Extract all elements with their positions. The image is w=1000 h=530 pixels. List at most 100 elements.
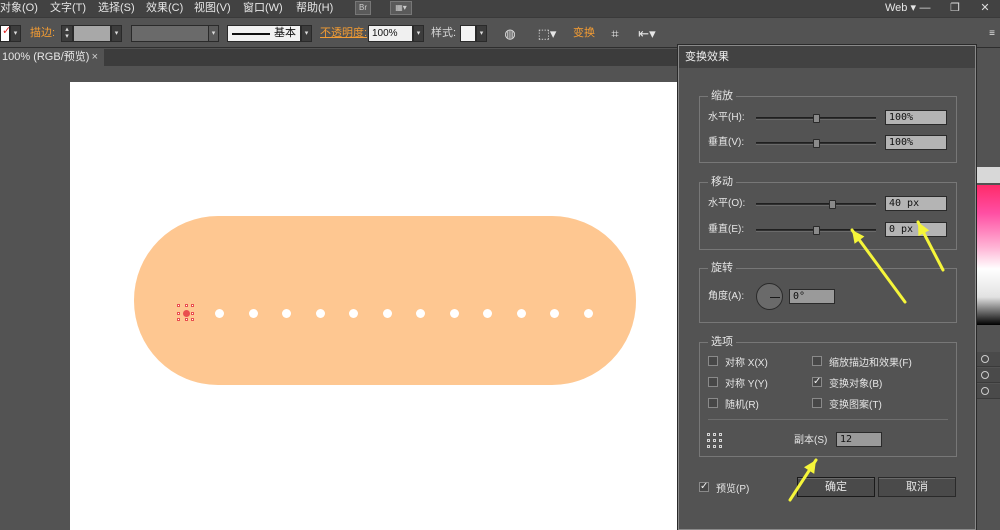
layer-target-icon[interactable] bbox=[981, 371, 989, 379]
layer-row[interactable] bbox=[977, 368, 1000, 383]
scale-horizontal-slider[interactable] bbox=[756, 114, 876, 123]
menu-object[interactable]: 对象(O) bbox=[0, 1, 38, 15]
selection-anchor[interactable] bbox=[177, 304, 196, 323]
rotate-angle-field[interactable]: 0° bbox=[789, 289, 835, 304]
move-vertical-label: 垂直(E): bbox=[708, 224, 745, 235]
options-group-title: 选项 bbox=[708, 334, 736, 350]
move-horizontal-slider[interactable] bbox=[756, 200, 876, 209]
close-icon[interactable]: ✕ bbox=[970, 0, 1000, 17]
move-vertical-field[interactable]: 0 px bbox=[885, 222, 947, 237]
menu-select[interactable]: 选择(S) bbox=[98, 1, 135, 15]
align-to-selection-icon[interactable]: ⬚▾ bbox=[535, 25, 559, 42]
transform-objects-checkbox[interactable]: ✓ bbox=[812, 377, 822, 387]
stroke-weight-stepper[interactable]: ▴ ▾ bbox=[61, 25, 73, 42]
random-checkbox[interactable] bbox=[708, 398, 718, 408]
layer-target-icon[interactable] bbox=[981, 387, 989, 395]
variable-width-dropdown[interactable]: ▾ bbox=[208, 25, 219, 42]
selection-point bbox=[177, 312, 180, 315]
window-controls: — ❐ ✕ bbox=[910, 0, 1000, 17]
options-group: 选项 对称 X(X) 对称 Y(Y) 随机(R) 缩放描边和效果(F) ✓ 变换… bbox=[699, 334, 957, 457]
stroke-weight-dropdown[interactable]: ▾ bbox=[111, 25, 122, 42]
arrange-documents-icon[interactable]: ▦▾ bbox=[390, 1, 412, 15]
panel-options-icon[interactable]: ⇤▾ bbox=[635, 25, 659, 42]
pattern-dot bbox=[349, 309, 358, 318]
menu-type[interactable]: 文字(T) bbox=[50, 1, 86, 15]
stroke-weight-field[interactable] bbox=[73, 25, 111, 42]
opacity-dropdown[interactable]: ▾ bbox=[413, 25, 424, 42]
bridge-icon[interactable]: Br bbox=[355, 1, 371, 15]
ok-button[interactable]: 确定 bbox=[797, 477, 875, 497]
layer-target-icon[interactable] bbox=[981, 355, 989, 363]
selection-point bbox=[191, 312, 194, 315]
document-tab-title: 100% (RGB/预览) bbox=[2, 51, 90, 63]
scale-horizontal-thumb[interactable] bbox=[813, 114, 820, 123]
graphic-style-dropdown[interactable]: ▾ bbox=[476, 25, 487, 42]
reflect-y-checkbox[interactable] bbox=[708, 377, 718, 387]
copies-field[interactable]: 12 bbox=[836, 432, 882, 447]
pattern-dot bbox=[383, 309, 392, 318]
rotate-group-title: 旋转 bbox=[708, 260, 736, 276]
reflect-y-label: 对称 Y(Y) bbox=[725, 378, 768, 390]
reflect-x-checkbox[interactable] bbox=[708, 356, 718, 366]
move-vertical-thumb[interactable] bbox=[813, 226, 820, 235]
angle-indicator bbox=[770, 297, 780, 298]
pattern-dot bbox=[215, 309, 224, 318]
menu-window[interactable]: 窗口(W) bbox=[243, 1, 283, 15]
document-tab[interactable]: 100% (RGB/预览) × bbox=[0, 49, 104, 66]
recolor-artwork-icon[interactable]: ◍ bbox=[502, 25, 518, 42]
graphic-style-swatch[interactable] bbox=[460, 25, 476, 42]
transform-link[interactable]: 变换 bbox=[573, 25, 595, 42]
transform-effect-dialog: 变换效果 缩放 水平(H): 100% 垂直(V): 100% 移动 水平(O)… bbox=[678, 45, 976, 530]
layer-row[interactable] bbox=[977, 352, 1000, 367]
scale-vertical-thumb[interactable] bbox=[813, 139, 820, 148]
cancel-button[interactable]: 取消 bbox=[878, 477, 956, 497]
menu-help[interactable]: 帮助(H) bbox=[296, 1, 333, 15]
fill-swatch[interactable]: ✓ bbox=[0, 25, 11, 42]
angle-dial[interactable] bbox=[756, 283, 783, 310]
scale-group-title: 缩放 bbox=[708, 88, 736, 104]
stroke-label[interactable]: 描边: bbox=[30, 25, 55, 42]
transform-objects-label: 变换对象(B) bbox=[829, 378, 883, 390]
layer-row[interactable] bbox=[977, 384, 1000, 399]
variable-width-profile[interactable] bbox=[131, 25, 209, 42]
rotate-angle-label: 角度(A): bbox=[708, 291, 745, 302]
rotate-group: 旋转 角度(A): 0° bbox=[699, 260, 957, 323]
transform-objects-option[interactable]: ✓ 变换对象(B) bbox=[812, 375, 883, 390]
preview-label: 预览(P) bbox=[716, 483, 750, 495]
move-horizontal-field[interactable]: 40 px bbox=[885, 196, 947, 211]
menu-bar: 对象(O) 文字(T) 选择(S) 效果(C) 视图(V) 窗口(W) 帮助(H… bbox=[0, 0, 1000, 17]
color-spectrum[interactable] bbox=[977, 185, 1000, 325]
rounded-rectangle-shape[interactable] bbox=[134, 216, 636, 385]
scale-vertical-field[interactable]: 100% bbox=[885, 135, 947, 150]
reflect-x-option[interactable]: 对称 X(X) bbox=[708, 354, 768, 369]
reflect-y-option[interactable]: 对称 Y(Y) bbox=[708, 375, 768, 390]
transform-patterns-checkbox[interactable] bbox=[812, 398, 822, 408]
move-vertical-slider[interactable] bbox=[756, 226, 876, 235]
random-option[interactable]: 随机(R) bbox=[708, 396, 759, 411]
transform-patterns-option[interactable]: 变换图案(T) bbox=[812, 396, 882, 411]
menu-view[interactable]: 视图(V) bbox=[194, 1, 231, 15]
scale-horizontal-field[interactable]: 100% bbox=[885, 110, 947, 125]
minimize-icon[interactable]: — bbox=[910, 0, 940, 17]
illustrator-window: 对象(O) 文字(T) 选择(S) 效果(C) 视图(V) 窗口(W) 帮助(H… bbox=[0, 0, 1000, 530]
opacity-label[interactable]: 不透明度: bbox=[320, 25, 367, 42]
copies-label: 副本(S) bbox=[794, 435, 828, 446]
opacity-field[interactable]: 100% bbox=[368, 25, 413, 42]
tab-close-icon[interactable]: × bbox=[92, 49, 98, 66]
isolate-icon[interactable]: ⌗ bbox=[607, 25, 623, 42]
fill-dropdown-arrow[interactable]: ▾ bbox=[10, 25, 21, 42]
pattern-dot bbox=[550, 309, 559, 318]
brush-definition-dropdown[interactable]: ▾ bbox=[301, 25, 312, 42]
move-horizontal-thumb[interactable] bbox=[829, 200, 836, 209]
preview-checkbox[interactable]: ✓ bbox=[699, 482, 709, 492]
scale-strokes-option[interactable]: 缩放描边和效果(F) bbox=[812, 354, 912, 369]
move-group: 移动 水平(O): 40 px 垂直(E): 0 px bbox=[699, 174, 957, 250]
control-bar-menu-icon[interactable]: ≡ bbox=[985, 25, 999, 42]
restore-icon[interactable]: ❐ bbox=[940, 0, 970, 17]
scale-strokes-checkbox[interactable] bbox=[812, 356, 822, 366]
brush-definition[interactable]: 基本 bbox=[227, 25, 301, 42]
preview-option[interactable]: ✓ 预览(P) bbox=[699, 480, 750, 495]
reference-point-icon[interactable] bbox=[707, 433, 722, 448]
scale-vertical-slider[interactable] bbox=[756, 139, 876, 148]
menu-effect[interactable]: 效果(C) bbox=[146, 1, 183, 15]
